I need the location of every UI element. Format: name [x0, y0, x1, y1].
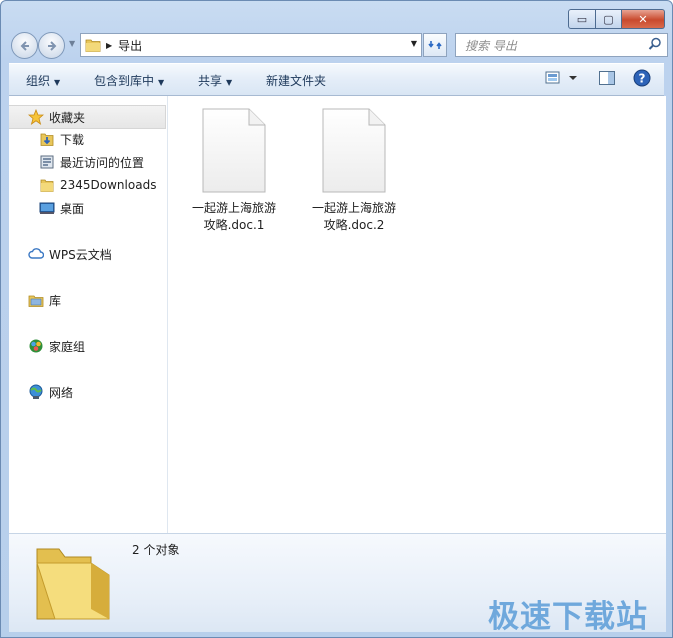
maximize-button[interactable]: ▢	[596, 9, 622, 29]
sidebar-item-2345downloads[interactable]: 2345Downloads	[9, 174, 156, 196]
network-icon	[29, 384, 43, 399]
share-label: 共享	[198, 74, 223, 88]
search-box[interactable]: 搜索 导出	[455, 33, 668, 57]
sidebar-label: 桌面	[60, 201, 85, 216]
organize-menu[interactable]: 组织 ▼	[26, 72, 60, 89]
breadcrumb-current[interactable]: 导出	[118, 37, 142, 54]
cloud-icon	[28, 248, 44, 259]
command-bar: 组织 ▼ 包含到库中 ▼ 共享 ▼ 新建文件夹 ?	[9, 63, 664, 96]
large-folder-icon	[36, 548, 110, 620]
minimize-button[interactable]: ▭	[568, 9, 596, 29]
file-name: 一起游上海旅游 攻略.doc.2	[302, 200, 406, 234]
help-icon: ?	[633, 69, 651, 87]
chevron-down-icon: ▼	[54, 78, 61, 87]
file-name-line-1: 一起游上海旅游	[191, 201, 276, 215]
explorer-window: ▭ ▢ ✕ ▼ ▶ 导出 ▼ 搜索 导出 组织 ▼ 包含到库中 ▼ 共享 ▼ 新建文件…	[0, 0, 673, 638]
new-folder-label: 新建文件夹	[266, 74, 327, 88]
address-dropdown-icon[interactable]: ▼	[411, 39, 417, 48]
search-placeholder: 搜索 导出	[465, 38, 517, 53]
sidebar-item-wps-cloud[interactable]: WPS云文档	[9, 243, 112, 265]
sidebar-label: 网络	[49, 385, 74, 400]
sidebar-label: WPS云文档	[49, 247, 112, 262]
refresh-icon	[428, 41, 442, 49]
document-icon	[319, 108, 389, 194]
view-icon	[545, 71, 577, 84]
sidebar-item-favorites[interactable]: 收藏夹	[9, 105, 166, 129]
organize-label: 组织	[26, 74, 51, 88]
include-library-label: 包含到库中	[94, 74, 155, 88]
address-bar[interactable]: ▶ 导出 ▼	[80, 33, 422, 57]
view-options-button[interactable]	[545, 69, 579, 90]
file-list: 一起游上海旅游 攻略.doc.1 一起游上海旅游 攻略.doc.2	[168, 96, 666, 533]
new-folder-button[interactable]: 新建文件夹	[266, 72, 326, 89]
folder-icon	[40, 179, 54, 192]
item-count: 2 个对象	[132, 543, 180, 557]
close-button[interactable]: ✕	[622, 9, 665, 29]
homegroup-icon	[29, 339, 43, 353]
forward-button[interactable]	[38, 32, 65, 59]
folder-icon	[85, 39, 101, 52]
sidebar-item-libraries[interactable]: 库	[9, 289, 61, 311]
sidebar-item-homegroup[interactable]: 家庭组	[9, 335, 85, 357]
file-name-line-2: 攻略.doc.2	[323, 218, 385, 232]
window-controls: ▭ ▢ ✕	[568, 9, 665, 29]
sidebar-item-recent-places[interactable]: 最近访问的位置	[9, 151, 144, 173]
search-icon[interactable]	[648, 37, 662, 51]
file-name: 一起游上海旅游 攻略.doc.1	[182, 200, 286, 234]
library-icon	[28, 295, 44, 307]
sidebar-label: 收藏夹	[49, 110, 86, 125]
downloads-folder-icon	[40, 133, 54, 146]
star-icon	[28, 109, 44, 125]
navigation-pane: 收藏夹 下载 最近访问的位置 2345Downloads 桌面 WPS云文档 库…	[9, 96, 168, 533]
sidebar-label: 最近访问的位置	[60, 155, 145, 170]
recent-places-icon	[40, 155, 54, 169]
share-menu[interactable]: 共享 ▼	[198, 72, 232, 89]
sidebar-label: 下载	[60, 132, 85, 147]
sidebar-label: 家庭组	[49, 339, 86, 354]
chevron-down-icon: ▼	[158, 78, 165, 87]
file-item[interactable]: 一起游上海旅游 攻略.doc.2	[302, 108, 406, 234]
watermark-text: 极速下载站	[488, 599, 648, 635]
arrow-right-icon	[47, 40, 56, 51]
back-button[interactable]	[11, 32, 38, 59]
sidebar-item-desktop[interactable]: 桌面	[9, 197, 84, 219]
help-button[interactable]: ?	[633, 69, 651, 90]
refresh-button[interactable]	[423, 33, 447, 57]
sidebar-label: 2345Downloads	[60, 178, 157, 192]
document-icon	[199, 108, 269, 194]
file-name-line-2: 攻略.doc.1	[203, 218, 265, 232]
file-item[interactable]: 一起游上海旅游 攻略.doc.1	[182, 108, 286, 234]
arrow-left-icon	[20, 40, 29, 51]
svg-text:?: ?	[639, 72, 646, 86]
sidebar-item-network[interactable]: 网络	[9, 381, 73, 403]
preview-pane-icon	[599, 71, 615, 85]
include-library-menu[interactable]: 包含到库中 ▼	[94, 72, 164, 89]
file-name-line-1: 一起游上海旅游	[311, 201, 396, 215]
navigation-bar: ▼ ▶ 导出 ▼ 搜索 导出	[9, 31, 668, 59]
chevron-down-icon: ▼	[226, 78, 233, 87]
desktop-icon	[39, 202, 55, 214]
details-pane: 2 个对象 极速下载站	[9, 533, 666, 635]
sidebar-label: 库	[49, 293, 62, 308]
recent-pages-dropdown[interactable]: ▼	[69, 39, 75, 48]
breadcrumb-separator[interactable]: ▶	[106, 41, 112, 50]
content-area: 收藏夹 下载 最近访问的位置 2345Downloads 桌面 WPS云文档 库…	[9, 96, 666, 533]
preview-pane-button[interactable]	[598, 69, 616, 90]
sidebar-item-downloads[interactable]: 下载	[9, 128, 84, 150]
